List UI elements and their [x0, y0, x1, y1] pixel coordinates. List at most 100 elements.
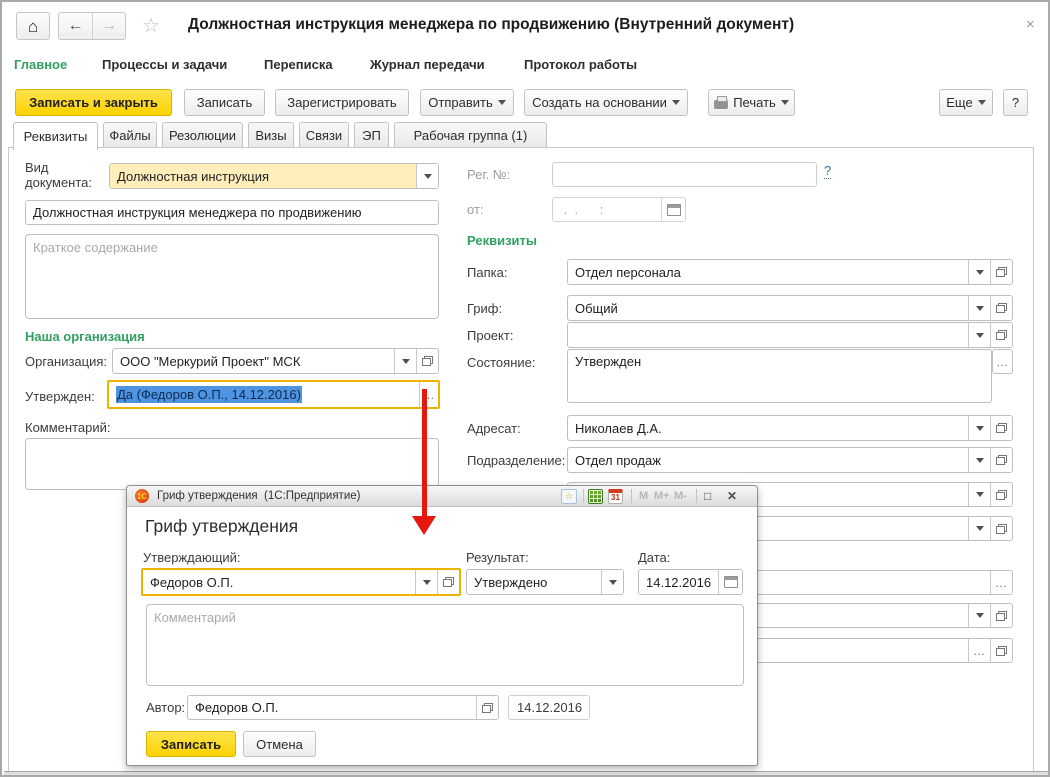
menu-item-zhurnal[interactable]: Журнал передачи: [370, 57, 485, 72]
tab-svyazi[interactable]: Связи: [299, 122, 349, 148]
dialog-titlebar[interactable]: 1С Гриф утверждения (1С:Предприятие) ☆ 3…: [127, 486, 757, 507]
date-calendar-button[interactable]: [718, 570, 742, 594]
hidden-combo-1-open-button[interactable]: [990, 483, 1012, 506]
department-open-button[interactable]: [990, 448, 1012, 472]
folder-combo[interactable]: Отдел персонала: [567, 259, 1013, 285]
hidden-combo-1-dropdown-button[interactable]: [968, 483, 990, 506]
addressee-value: Николаев Д.А.: [575, 420, 662, 436]
dialog-close-button[interactable]: ✕: [727, 488, 737, 504]
send-label: Отправить: [428, 95, 493, 110]
hidden-combo-4-open-button[interactable]: [990, 604, 1012, 627]
project-dropdown-button[interactable]: [968, 323, 990, 347]
tab-ep[interactable]: ЭП: [354, 122, 389, 148]
addressee-dropdown-button[interactable]: [968, 416, 990, 440]
stamp-dropdown-button[interactable]: [968, 296, 990, 320]
hidden-field-3-dots-button[interactable]: …: [990, 571, 1012, 594]
project-combo[interactable]: [567, 322, 1013, 348]
tab-vizy[interactable]: Визы: [248, 122, 294, 148]
window-bottom-strip: [4, 771, 1048, 775]
from-date-field[interactable]: . . :: [552, 197, 686, 222]
project-label: Проект:: [467, 328, 514, 343]
doc-type-dropdown-button[interactable]: [416, 164, 438, 188]
comment-textarea[interactable]: [25, 438, 439, 490]
state-dots-button[interactable]: …: [992, 349, 1013, 374]
approved-field[interactable]: Да (Федоров О.П., 14.12.2016) …: [107, 380, 440, 409]
register-button[interactable]: Зарегистрировать: [275, 89, 409, 116]
chevron-down-icon: [975, 613, 984, 618]
home-button[interactable]: ⌂: [16, 12, 50, 40]
approver-open-button[interactable]: [437, 570, 459, 594]
send-button[interactable]: Отправить: [420, 89, 514, 116]
author-field[interactable]: Федоров О.П.: [187, 695, 499, 720]
open-icon: [482, 702, 493, 713]
dialog-calendar-button[interactable]: 31: [608, 488, 623, 504]
department-dropdown-button[interactable]: [968, 448, 990, 472]
dialog-cancel-button[interactable]: Отмена: [243, 731, 316, 757]
from-date-calendar-button[interactable]: [661, 198, 685, 221]
memory-minus-button[interactable]: M-: [674, 488, 687, 504]
hidden-combo-2-open-button[interactable]: [990, 517, 1012, 540]
project-open-button[interactable]: [990, 323, 1012, 347]
dialog-calculator-button[interactable]: [588, 488, 603, 504]
menu-item-processy[interactable]: Процессы и задачи: [102, 57, 227, 72]
author-label: Автор:: [146, 700, 186, 715]
forward-icon: →: [101, 17, 117, 34]
folder-dropdown-button[interactable]: [968, 260, 990, 284]
result-dropdown-button[interactable]: [601, 570, 623, 594]
organization-open-button[interactable]: [416, 349, 438, 373]
hidden-field-5-open-button[interactable]: [990, 639, 1012, 662]
memory-button[interactable]: M: [639, 488, 648, 504]
create-from-button[interactable]: Создать на основании: [524, 89, 688, 116]
addressee-combo[interactable]: Николаев Д.А.: [567, 415, 1013, 441]
print-button[interactable]: Печать: [708, 89, 795, 116]
tab-rekvizity[interactable]: Реквизиты: [13, 122, 98, 150]
back-button[interactable]: ←: [59, 13, 92, 39]
favorite-button[interactable]: ☆: [142, 13, 160, 38]
hidden-combo-4-dropdown-button[interactable]: [968, 604, 990, 627]
hidden-combo-2-dropdown-button[interactable]: [968, 517, 990, 540]
dialog-maximize-button[interactable]: □: [704, 488, 711, 504]
dialog-save-button[interactable]: Записать: [146, 731, 236, 757]
help-button[interactable]: ?: [1003, 89, 1028, 116]
chevron-down-icon: [975, 492, 984, 497]
open-icon: [422, 356, 433, 366]
comment-label: Комментарий:: [25, 420, 111, 435]
department-combo[interactable]: Отдел продаж: [567, 447, 1013, 473]
result-combo[interactable]: Утверждено: [466, 569, 624, 595]
addressee-open-button[interactable]: [990, 416, 1012, 440]
dialog-favorite-button[interactable]: ☆: [561, 488, 577, 504]
save-close-button[interactable]: Записать и закрыть: [15, 89, 172, 116]
stamp-combo[interactable]: Общий: [567, 295, 1013, 321]
author-open-button[interactable]: [476, 696, 498, 719]
reg-help-link[interactable]: ?: [824, 163, 832, 179]
printer-icon: [714, 95, 729, 109]
menu-item-perepiska[interactable]: Переписка: [264, 57, 333, 72]
menu-item-protokol[interactable]: Протокол работы: [524, 57, 637, 72]
folder-open-button[interactable]: [990, 260, 1012, 284]
titlebar-separator: [631, 489, 632, 503]
doc-type-combo[interactable]: Должностная инструкция: [109, 163, 439, 189]
save-button[interactable]: Записать: [184, 89, 265, 116]
menu-item-glavnoe[interactable]: Главное: [14, 57, 67, 72]
tab-rabochaya-gruppa[interactable]: Рабочая группа (1): [394, 122, 547, 148]
organization-dropdown-button[interactable]: [394, 349, 416, 373]
memory-plus-button[interactable]: M+: [654, 488, 670, 504]
folder-label: Папка:: [467, 265, 508, 280]
approver-combo[interactable]: Федоров О.П.: [141, 568, 461, 596]
forward-button[interactable]: →: [92, 13, 125, 39]
summary-textarea[interactable]: [25, 234, 439, 319]
close-icon[interactable]: ×: [1026, 16, 1035, 33]
dialog-comment-textarea[interactable]: [146, 604, 744, 686]
doc-name-input[interactable]: [25, 200, 439, 225]
hidden-field-5-dots-button[interactable]: …: [968, 639, 990, 662]
tab-faily[interactable]: Файлы: [103, 122, 157, 148]
stamp-open-button[interactable]: [990, 296, 1012, 320]
more-button[interactable]: Еще: [939, 89, 993, 116]
reg-number-input[interactable]: [552, 162, 817, 187]
reg-number-label: Рег. №:: [467, 167, 511, 182]
approver-dropdown-button[interactable]: [415, 570, 437, 594]
date-field[interactable]: 14.12.2016: [638, 569, 743, 595]
state-field[interactable]: Утвержден: [567, 349, 992, 403]
organization-combo[interactable]: ООО "Меркурий Проект" МСК: [112, 348, 439, 374]
tab-rezolucii[interactable]: Резолюции: [162, 122, 243, 148]
